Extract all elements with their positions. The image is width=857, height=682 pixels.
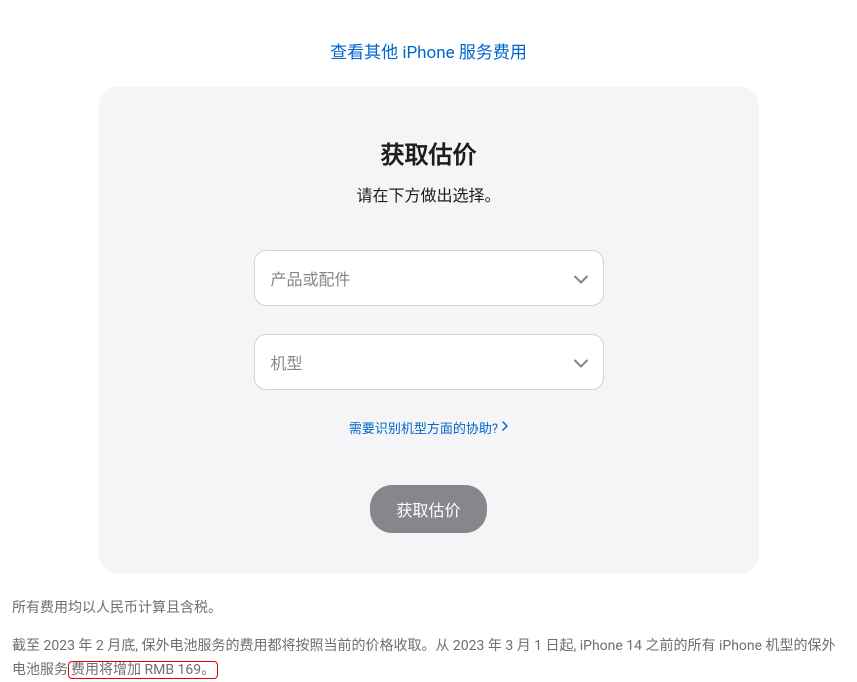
identify-model-help-link[interactable]: 需要识别机型方面的协助? [349, 418, 508, 437]
footer-note: 所有费用均以人民币计算且含税。 截至 2023 年 2 月底, 保外电池服务的费… [0, 573, 857, 682]
product-select[interactable]: 产品或配件 [254, 250, 604, 306]
price-increase-highlight: 费用将增加 RMB 169。 [68, 661, 218, 679]
estimate-card: 获取估价 请在下方做出选择。 产品或配件 机型 需要识别机型方面的协助? 获取估… [99, 87, 759, 573]
other-iphone-fees-link[interactable]: 查看其他 iPhone 服务费用 [330, 43, 527, 63]
get-estimate-button[interactable]: 获取估价 [370, 485, 486, 533]
card-subtitle: 请在下方做出选择。 [139, 182, 719, 206]
footer-line-1: 所有费用均以人民币计算且含税。 [12, 597, 845, 621]
help-link-label: 需要识别机型方面的协助? [349, 418, 498, 437]
footer-line-2: 截至 2023 年 2 月底, 保外电池服务的费用都将按照当前的价格收取。从 2… [12, 635, 845, 682]
card-title: 获取估价 [139, 135, 719, 170]
model-select[interactable]: 机型 [254, 334, 604, 390]
chevron-right-icon [502, 420, 508, 435]
